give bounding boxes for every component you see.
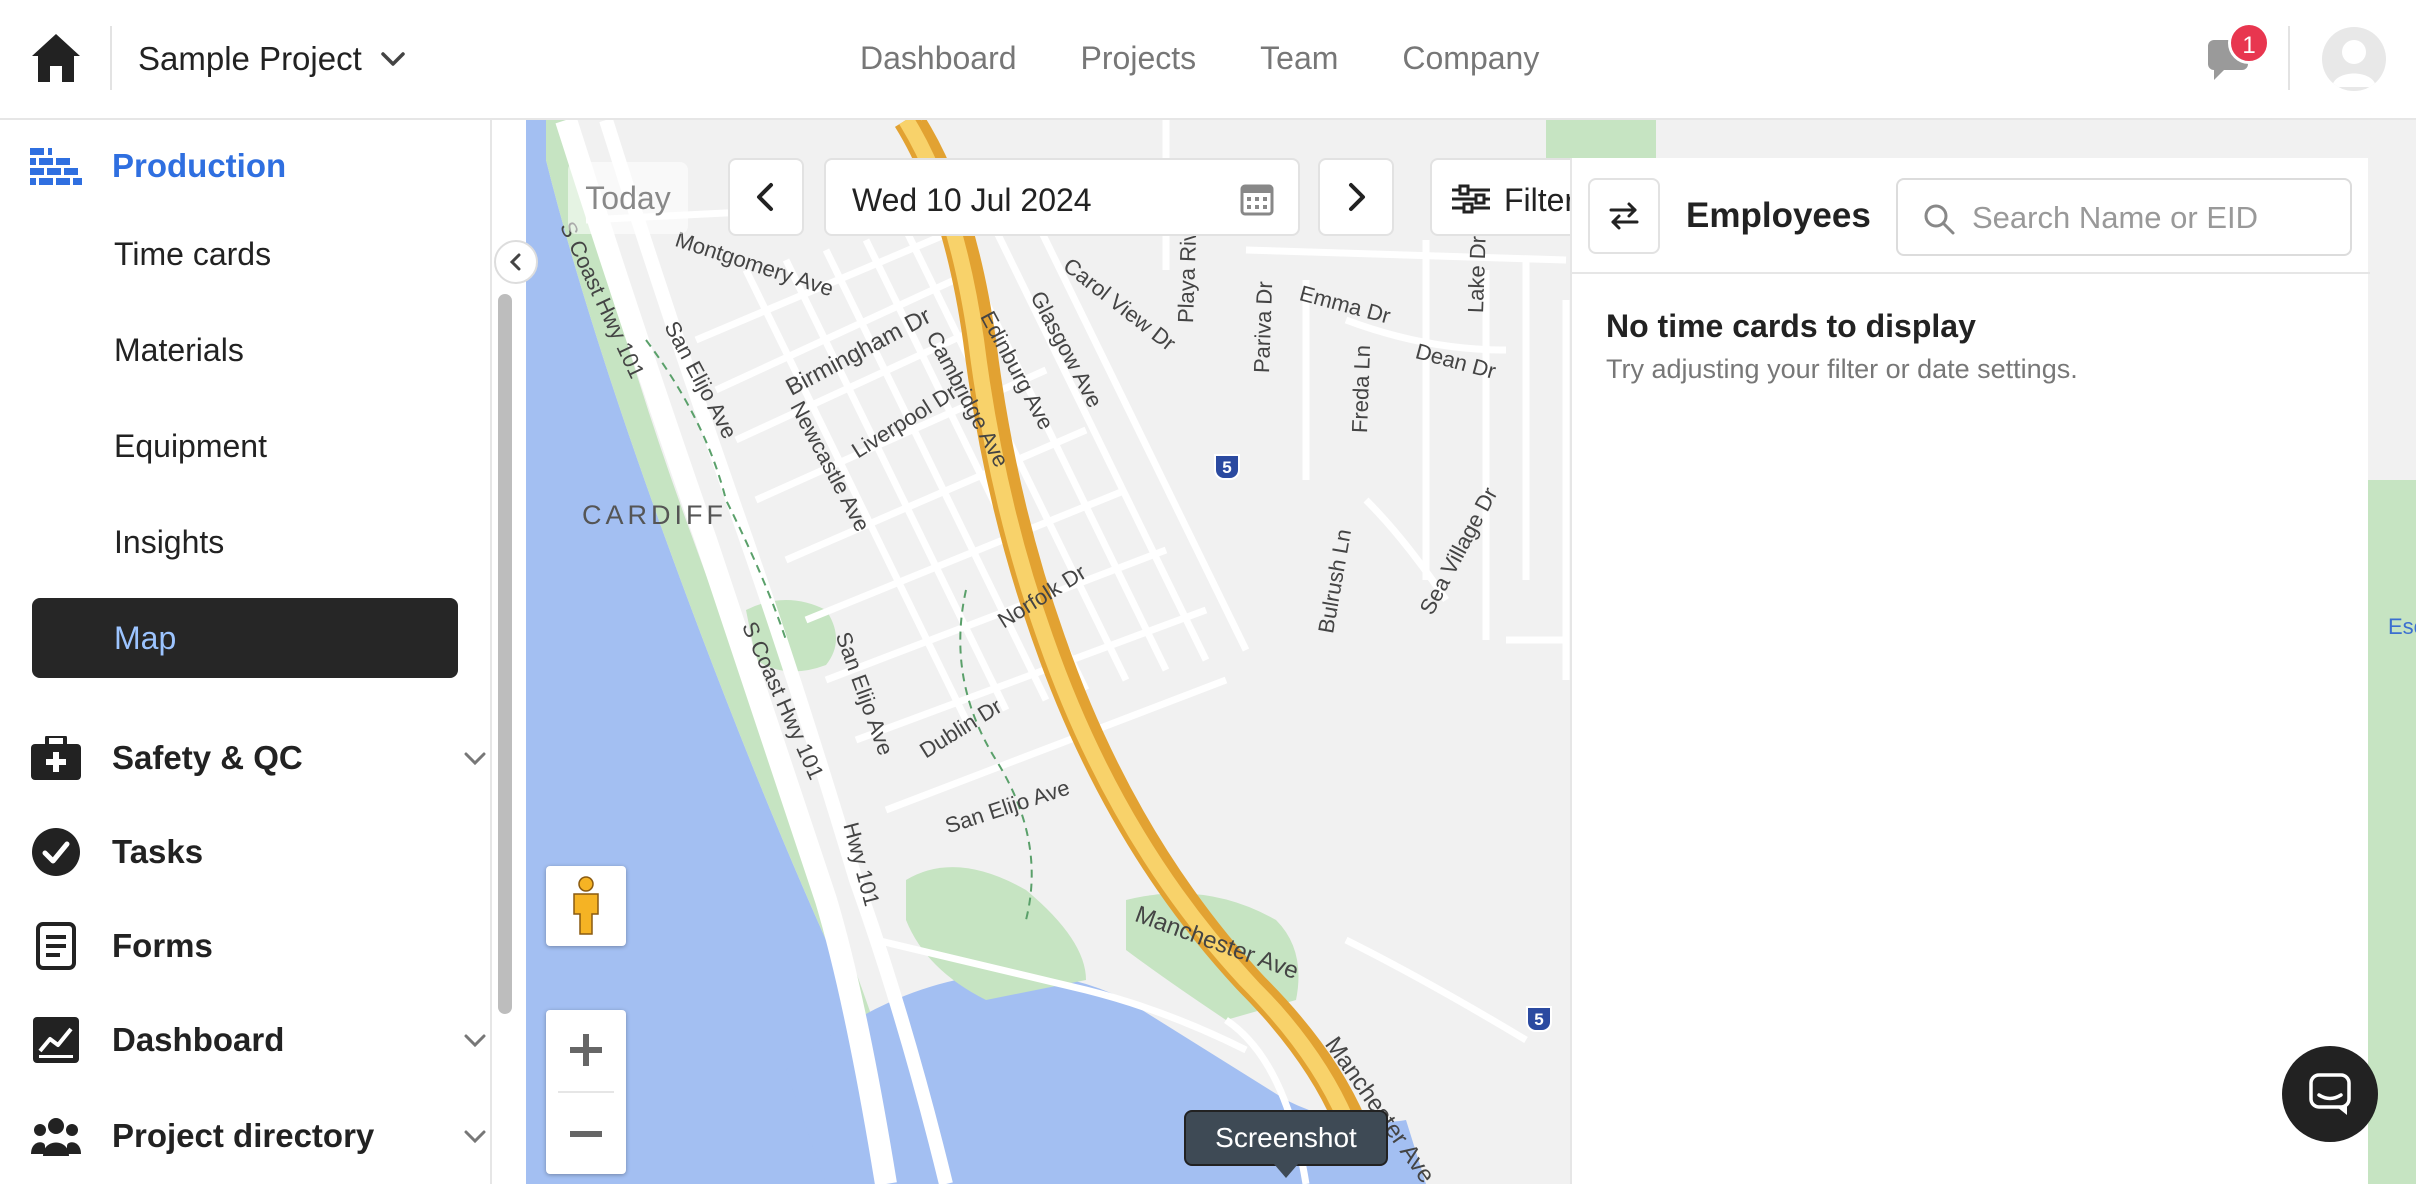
sidebar-section-label: Project directory [112, 1117, 375, 1154]
sidebar: Production Time cards Materials Equipmen… [0, 120, 492, 1184]
divider [110, 26, 112, 90]
employee-search[interactable] [1896, 178, 2352, 256]
chat-icon [2309, 1073, 2351, 1115]
sidebar-section-safety-qc[interactable]: Safety & QC [0, 728, 490, 788]
chart-icon [30, 1014, 82, 1066]
chevron-left-icon [757, 183, 773, 211]
top-navigation-bar: Sample Project Dashboard Projects Team C… [0, 0, 2416, 120]
chevron-left-icon [509, 253, 521, 271]
bricks-icon [30, 140, 82, 192]
sidebar-item-map[interactable]: Map [32, 598, 458, 678]
medkit-icon [30, 732, 82, 784]
sidebar-section-dashboard[interactable]: Dashboard [0, 1010, 490, 1070]
home-icon[interactable] [28, 30, 84, 86]
sidebar-section-tasks[interactable]: Tasks [0, 822, 490, 882]
sidebar-scrollbar[interactable] [498, 294, 512, 1014]
empty-state-subtitle: Try adjusting your filter or date settin… [1606, 354, 2078, 384]
nav-company[interactable]: Company [1402, 40, 1539, 77]
interstate-shield-icon: 5 [1526, 1006, 1552, 1032]
sidebar-section-label: Production [112, 147, 287, 184]
avatar[interactable] [2322, 27, 2386, 91]
pegman-icon [573, 876, 599, 935]
chevron-down-icon[interactable] [378, 44, 408, 74]
calendar-icon[interactable] [1240, 182, 1274, 216]
primary-nav: Dashboard Projects Team Company [860, 40, 1539, 77]
sidebar-section-forms[interactable]: Forms [0, 916, 490, 976]
sidebar-section-label: Safety & QC [112, 739, 303, 776]
map-label: Esc [2388, 614, 2416, 639]
sidebar-section-label: Forms [112, 927, 213, 964]
swap-view-button[interactable] [1588, 178, 1660, 254]
document-icon [30, 920, 82, 972]
chevron-right-icon [1349, 183, 1365, 211]
zoom-out-button[interactable] [546, 1094, 626, 1174]
today-button[interactable]: Today [568, 162, 688, 234]
zoom-controls [546, 1010, 626, 1174]
search-input[interactable] [1972, 196, 2332, 240]
zoom-in-button[interactable] [546, 1010, 626, 1090]
divider [558, 1091, 614, 1093]
sidebar-section-label: Tasks [112, 833, 204, 870]
map-label: Pariva Dr [1249, 280, 1278, 374]
chevron-down-icon[interactable] [460, 1121, 490, 1151]
chevron-down-icon[interactable] [460, 1025, 490, 1055]
support-chat-button[interactable] [2282, 1046, 2378, 1142]
date-picker[interactable]: Wed 10 Jul 2024 [824, 158, 1300, 236]
project-selector-label[interactable]: Sample Project [138, 40, 362, 78]
map-label: CARDIFF [582, 500, 727, 530]
date-value: Wed 10 Jul 2024 [852, 182, 1092, 218]
sidebar-section-label: Dashboard [112, 1021, 285, 1058]
sidebar-section-production[interactable]: Production [0, 136, 490, 196]
plus-icon [570, 1034, 602, 1066]
sidebar-item-materials[interactable]: Materials [114, 332, 244, 369]
search-icon [1922, 202, 1956, 236]
sliders-icon [1452, 184, 1490, 214]
swap-arrows-icon [1609, 202, 1639, 230]
sidebar-section-project-directory[interactable]: Project directory [0, 1106, 490, 1166]
nav-projects[interactable]: Projects [1081, 40, 1197, 77]
sidebar-item-equipment[interactable]: Equipment [114, 428, 267, 465]
check-circle-icon [30, 826, 82, 878]
nav-dashboard[interactable]: Dashboard [860, 40, 1017, 77]
sidebar-item-label: Map [114, 620, 177, 656]
employees-panel: Employees No time cards to display Try a… [1570, 158, 2370, 1184]
tooltip-arrow [1274, 1164, 1298, 1178]
street-view-pegman-button[interactable] [546, 866, 626, 946]
sidebar-item-time-cards[interactable]: Time cards [114, 236, 271, 273]
next-day-button[interactable] [1318, 158, 1394, 236]
chevron-down-icon[interactable] [460, 743, 490, 773]
interstate-shield-icon: 5 [1214, 454, 1240, 480]
collapse-sidebar-button[interactable] [494, 240, 538, 284]
sidebar-item-insights[interactable]: Insights [114, 524, 224, 561]
notification-badge: 1 [2228, 22, 2270, 64]
nav-team[interactable]: Team [1260, 40, 1338, 77]
previous-day-button[interactable] [728, 158, 804, 236]
screenshot-tooltip: Screenshot [1184, 1110, 1388, 1166]
minus-icon [570, 1131, 602, 1137]
divider [2288, 26, 2290, 90]
people-icon [30, 1110, 82, 1162]
employees-panel-header: Employees [1572, 158, 2370, 274]
empty-state-title: No time cards to display [1606, 308, 1976, 344]
employees-title: Employees [1686, 196, 1871, 235]
map-label: Lake Dr [1463, 235, 1491, 314]
map-label: Freda Ln [1347, 344, 1376, 434]
